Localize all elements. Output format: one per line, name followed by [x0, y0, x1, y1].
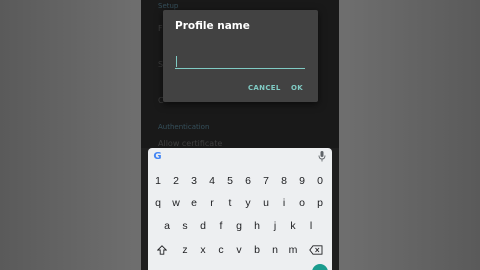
key-l[interactable]: l — [303, 216, 319, 236]
enter-key[interactable] — [312, 264, 328, 270]
key-j[interactable]: j — [267, 216, 283, 236]
text-cursor — [176, 56, 177, 67]
key-0[interactable]: 0 — [312, 171, 328, 191]
key-v[interactable]: v — [231, 240, 247, 260]
key-g[interactable]: g — [231, 216, 247, 236]
phone-screen: Setup F S C Authentication Allow certifi… — [141, 0, 339, 270]
key-m[interactable]: m — [285, 240, 301, 260]
key-c[interactable]: c — [213, 240, 229, 260]
key-w[interactable]: w — [168, 193, 184, 213]
key-x[interactable]: x — [195, 240, 211, 260]
profile-name-dialog: Profile name CANCEL OK — [163, 10, 318, 102]
key-r[interactable]: r — [204, 193, 220, 213]
shift-icon[interactable] — [152, 240, 172, 260]
key-h[interactable]: h — [249, 216, 265, 236]
key-4[interactable]: 4 — [204, 171, 220, 191]
key-o[interactable]: o — [294, 193, 310, 213]
google-g-icon[interactable]: G — [152, 151, 163, 162]
key-3[interactable]: 3 — [186, 171, 202, 191]
key-6[interactable]: 6 — [240, 171, 256, 191]
key-7[interactable]: 7 — [258, 171, 274, 191]
key-n[interactable]: n — [267, 240, 283, 260]
key-2[interactable]: 2 — [168, 171, 184, 191]
key-1[interactable]: 1 — [150, 171, 166, 191]
on-screen-keyboard: G 1234567890 qwertyuiop asdfghjkl z x c … — [148, 148, 332, 270]
key-d[interactable]: d — [195, 216, 211, 236]
profile-name-input[interactable] — [175, 52, 305, 69]
cancel-button[interactable]: CANCEL — [248, 84, 281, 92]
key-t[interactable]: t — [222, 193, 238, 213]
key-a[interactable]: a — [159, 216, 175, 236]
keyboard-toolbar: G — [148, 148, 332, 166]
key-e[interactable]: e — [186, 193, 202, 213]
keyboard-row-numbers: 1234567890 — [148, 171, 332, 191]
ok-button[interactable]: OK — [291, 84, 303, 92]
keyboard-row-1: qwertyuiop — [148, 193, 332, 213]
key-i[interactable]: i — [276, 193, 292, 213]
key-z[interactable]: z — [177, 240, 193, 260]
key-8[interactable]: 8 — [276, 171, 292, 191]
keyboard-row-3: zxcvbnm — [148, 240, 332, 260]
key-y[interactable]: y — [240, 193, 256, 213]
key-q[interactable]: q — [150, 193, 166, 213]
key-u[interactable]: u — [258, 193, 274, 213]
dialog-title: Profile name — [175, 20, 250, 32]
key-s[interactable]: s — [177, 216, 193, 236]
mic-icon[interactable] — [318, 151, 326, 162]
backspace-icon[interactable] — [306, 240, 326, 260]
key-9[interactable]: 9 — [294, 171, 310, 191]
key-b[interactable]: b — [249, 240, 265, 260]
keyboard-row-2: asdfghjkl — [148, 216, 332, 236]
key-k[interactable]: k — [285, 216, 301, 236]
key-p[interactable]: p — [312, 193, 328, 213]
key-5[interactable]: 5 — [222, 171, 238, 191]
key-f[interactable]: f — [213, 216, 229, 236]
